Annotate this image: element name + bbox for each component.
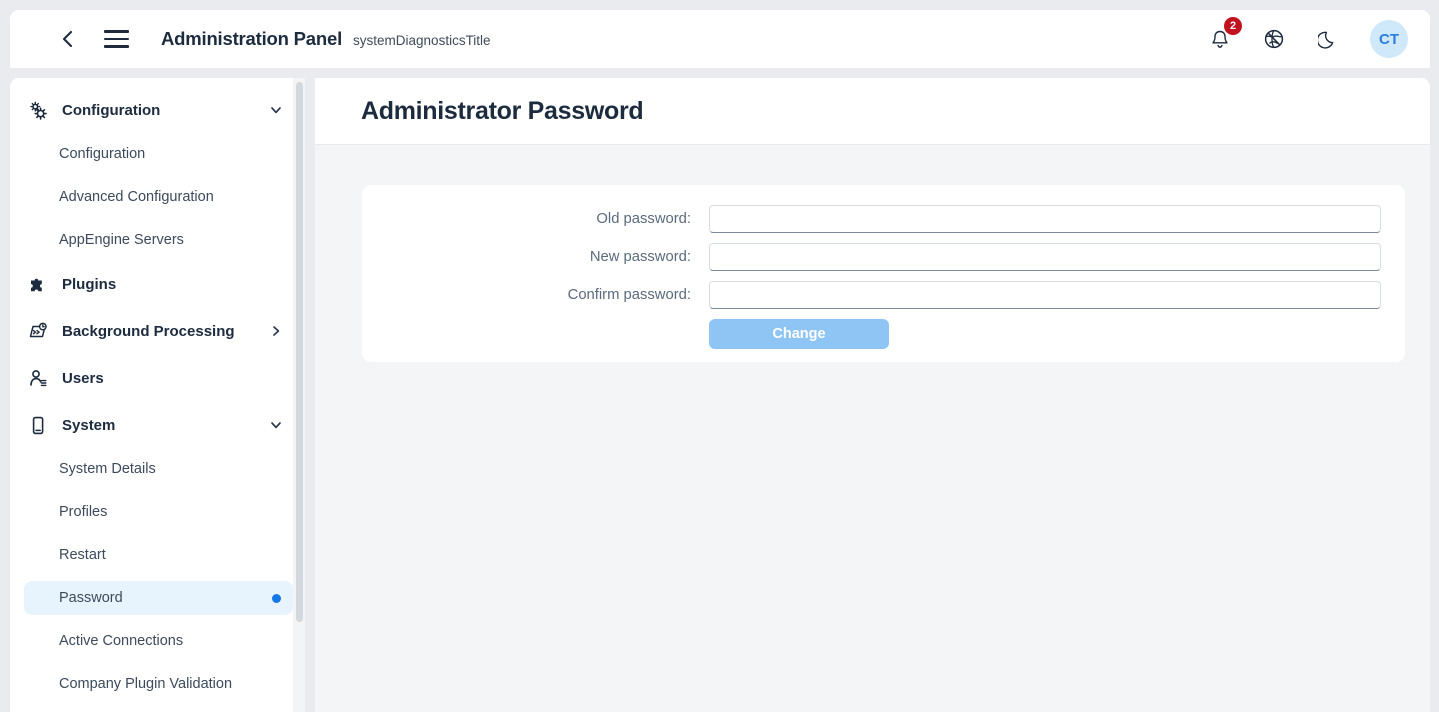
notifications-button[interactable]: 2 [1206,17,1242,53]
sidebar-item-label: Password [59,590,123,606]
chevron-left-icon [62,30,73,48]
sidebar-item-password[interactable]: Password [24,581,293,615]
sidebar-item-company-plugin-validation[interactable]: Company Plugin Validation [24,667,293,701]
user-avatar[interactable]: CT [1370,20,1408,58]
globe-icon [1264,29,1284,49]
active-indicator-dot [272,593,281,603]
language-button[interactable] [1260,25,1288,53]
user-list-icon [28,368,54,389]
sidebar-item-label: Advanced Configuration [59,189,214,205]
sidebar-scrollbar-track[interactable] [293,78,305,712]
batch-processing-icon [28,321,54,342]
gears-icon [28,100,54,121]
page-header: Administrator Password [315,78,1430,145]
sidebar-item-configuration[interactable]: Configuration [24,137,293,171]
sidebar-item-label: AppEngine Servers [59,232,184,248]
sidebar-item-system-details[interactable]: System Details [24,452,293,486]
hamburger-line [104,45,129,48]
password-form-card: Old password: New password: Confirm pass… [362,185,1405,362]
form-row-submit: Change [362,319,1405,349]
sidebar-group-users[interactable]: Users [24,360,293,396]
sidebar-group-system[interactable]: System [24,407,293,443]
back-button[interactable] [52,24,82,54]
puzzle-piece-icon [28,274,54,295]
sidebar-item-restart[interactable]: Restart [24,538,293,572]
header-actions: 2 CT [1206,17,1408,58]
moon-icon [1318,31,1334,49]
sidebar-item-label: Configuration [59,146,146,162]
sidebar-item-active-connections[interactable]: Active Connections [24,624,293,658]
sidebar-item-advanced-configuration[interactable]: Advanced Configuration [24,180,293,214]
change-password-button[interactable]: Change [709,319,889,349]
sidebar-item-label: Restart [59,547,106,563]
sidebar-item-label: Profiles [59,504,108,520]
sidebar-group-plugins[interactable]: Plugins [24,266,293,302]
sidebar-navigation: Configuration Configuration Advanced Con… [10,78,305,712]
sidebar-item-label: System Details [59,461,156,477]
sidebar-group-label: System [62,416,116,434]
sidebar-group-background-processing[interactable]: Background Processing [24,313,293,349]
notification-badge: 2 [1224,17,1242,35]
sidebar-scrollbar-thumb[interactable] [296,82,303,622]
old-password-field[interactable] [709,205,1381,233]
chevron-down-icon[interactable] [269,103,283,117]
device-icon [28,415,54,436]
sidebar-group-label: Configuration [62,101,161,119]
old-password-label: Old password: [596,211,691,227]
sidebar-group-label: Plugins [62,275,117,293]
confirm-password-label: Confirm password: [567,287,691,303]
page-title: Administrator Password [361,96,644,125]
form-row-old-password: Old password: [362,205,1405,233]
sidebar-item-appengine-servers[interactable]: AppEngine Servers [24,223,293,257]
form-row-new-password: New password: [362,243,1405,271]
new-password-field[interactable] [709,243,1381,271]
app-subtitle: systemDiagnosticsTitle [353,32,491,48]
app-window: Administration Panel systemDiagnosticsTi… [10,10,1430,712]
sidebar-group-label: Users [62,369,104,387]
sidebar-item-label: Active Connections [59,633,184,649]
sidebar-group-configuration[interactable]: Configuration [24,92,293,128]
app-header: Administration Panel systemDiagnosticsTi… [10,10,1430,68]
hamburger-line [104,30,129,33]
sidebar-item-profiles[interactable]: Profiles [24,495,293,529]
new-password-label: New password: [589,249,691,265]
sidebar-item-label: Company Plugin Validation [59,676,233,692]
menu-toggle-button[interactable] [104,24,134,54]
hamburger-line [104,37,129,41]
sidebar-group-label: Background Processing [62,322,235,340]
chevron-right-icon[interactable] [269,324,283,338]
confirm-password-field[interactable] [709,281,1381,309]
theme-toggle-button[interactable] [1314,25,1342,53]
app-title: Administration Panel [161,28,343,49]
form-row-confirm-password: Confirm password: [362,281,1405,309]
main-content: Administrator Password Old password: New… [315,78,1430,712]
chevron-down-icon[interactable] [269,418,283,432]
